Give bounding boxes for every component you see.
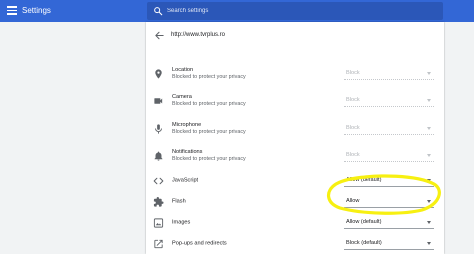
dropdown-arrow-icon bbox=[427, 127, 431, 130]
dropdown-arrow-icon bbox=[427, 154, 431, 157]
dropdown-arrow-icon bbox=[427, 72, 431, 75]
select-value: Block bbox=[346, 125, 360, 131]
permission-label: Camera bbox=[172, 94, 192, 100]
popups-select[interactable]: Block (default) bbox=[344, 238, 434, 250]
select-value: Allow bbox=[346, 198, 360, 204]
permission-labels: Pop-ups and redirects bbox=[172, 241, 227, 248]
permission-label: Flash bbox=[172, 198, 186, 205]
image-icon bbox=[153, 218, 164, 228]
dropdown-arrow-icon bbox=[427, 99, 431, 102]
camera-select: Block bbox=[344, 95, 434, 107]
select-value: Block bbox=[346, 97, 360, 103]
select-value: Allow (default) bbox=[346, 219, 382, 225]
settings-toolbar: Settings bbox=[0, 0, 474, 22]
permission-sublabel: Blocked to protect your privacy bbox=[172, 101, 246, 107]
permission-row-popups: Pop-ups and redirects Block (default) bbox=[146, 231, 444, 254]
dropdown-arrow-icon bbox=[427, 200, 431, 203]
flash-select[interactable]: Allow bbox=[344, 196, 434, 208]
select-value: Block bbox=[346, 152, 360, 158]
page-title: Settings bbox=[22, 6, 51, 15]
location-pin-icon bbox=[155, 69, 162, 79]
open-in-new-icon bbox=[154, 239, 163, 249]
permission-label: Notifications bbox=[172, 149, 203, 155]
select-value: Block bbox=[346, 70, 360, 76]
permission-row-camera: Camera Blocked to protect your privacy B… bbox=[146, 88, 444, 114]
arrow-back-icon[interactable] bbox=[154, 30, 165, 41]
permission-labels: Images bbox=[172, 220, 190, 227]
permission-sublabel: Blocked to protect your privacy bbox=[172, 129, 246, 135]
permission-sublabel: Blocked to protect your privacy bbox=[172, 156, 246, 162]
site-header: http://www.tvrplus.ro bbox=[146, 22, 444, 49]
dropdown-arrow-icon bbox=[427, 221, 431, 224]
images-select[interactable]: Allow (default) bbox=[344, 217, 434, 229]
site-url: http://www.tvrplus.ro bbox=[171, 32, 226, 38]
permission-labels: Camera Blocked to protect your privacy bbox=[172, 94, 246, 108]
dropdown-arrow-icon bbox=[427, 242, 431, 245]
code-icon bbox=[153, 177, 164, 185]
permission-label: Location bbox=[172, 67, 194, 73]
dropdown-arrow-icon bbox=[427, 179, 431, 182]
permission-row-notifications: Notifications Blocked to protect your pr… bbox=[146, 143, 444, 169]
microphone-icon bbox=[155, 124, 162, 134]
select-value: Block (default) bbox=[346, 240, 382, 246]
bell-icon bbox=[154, 151, 163, 161]
hamburger-menu-icon[interactable] bbox=[7, 6, 17, 15]
permission-labels: Notifications Blocked to protect your pr… bbox=[172, 149, 246, 163]
permission-labels: JavaScript bbox=[172, 178, 198, 185]
javascript-select[interactable]: Allow (default) bbox=[344, 175, 434, 187]
permission-row-microphone: Microphone Blocked to protect your priva… bbox=[146, 116, 444, 142]
permission-labels: Flash bbox=[172, 199, 186, 206]
microphone-select: Block bbox=[344, 123, 434, 135]
permission-labels: Location Blocked to protect your privacy bbox=[172, 67, 246, 81]
permission-sublabel: Blocked to protect your privacy bbox=[172, 74, 246, 80]
select-value: Allow (default) bbox=[346, 177, 382, 183]
permission-label: Pop-ups and redirects bbox=[172, 240, 227, 247]
puzzle-piece-icon bbox=[153, 196, 164, 207]
search-icon bbox=[154, 7, 163, 16]
search-box[interactable] bbox=[147, 2, 443, 20]
permission-label: Images bbox=[172, 219, 191, 226]
site-settings-card: http://www.tvrplus.ro Location Blocked t… bbox=[146, 22, 444, 254]
permission-label: JavaScript bbox=[172, 177, 199, 184]
search-input[interactable] bbox=[167, 2, 437, 20]
permission-row-location: Location Blocked to protect your privacy… bbox=[146, 61, 444, 87]
location-select: Block bbox=[344, 68, 434, 80]
permission-label: Microphone bbox=[172, 122, 202, 128]
permission-labels: Microphone Blocked to protect your priva… bbox=[172, 122, 246, 136]
notifications-select: Block bbox=[344, 150, 434, 162]
camera-icon bbox=[154, 98, 163, 104]
